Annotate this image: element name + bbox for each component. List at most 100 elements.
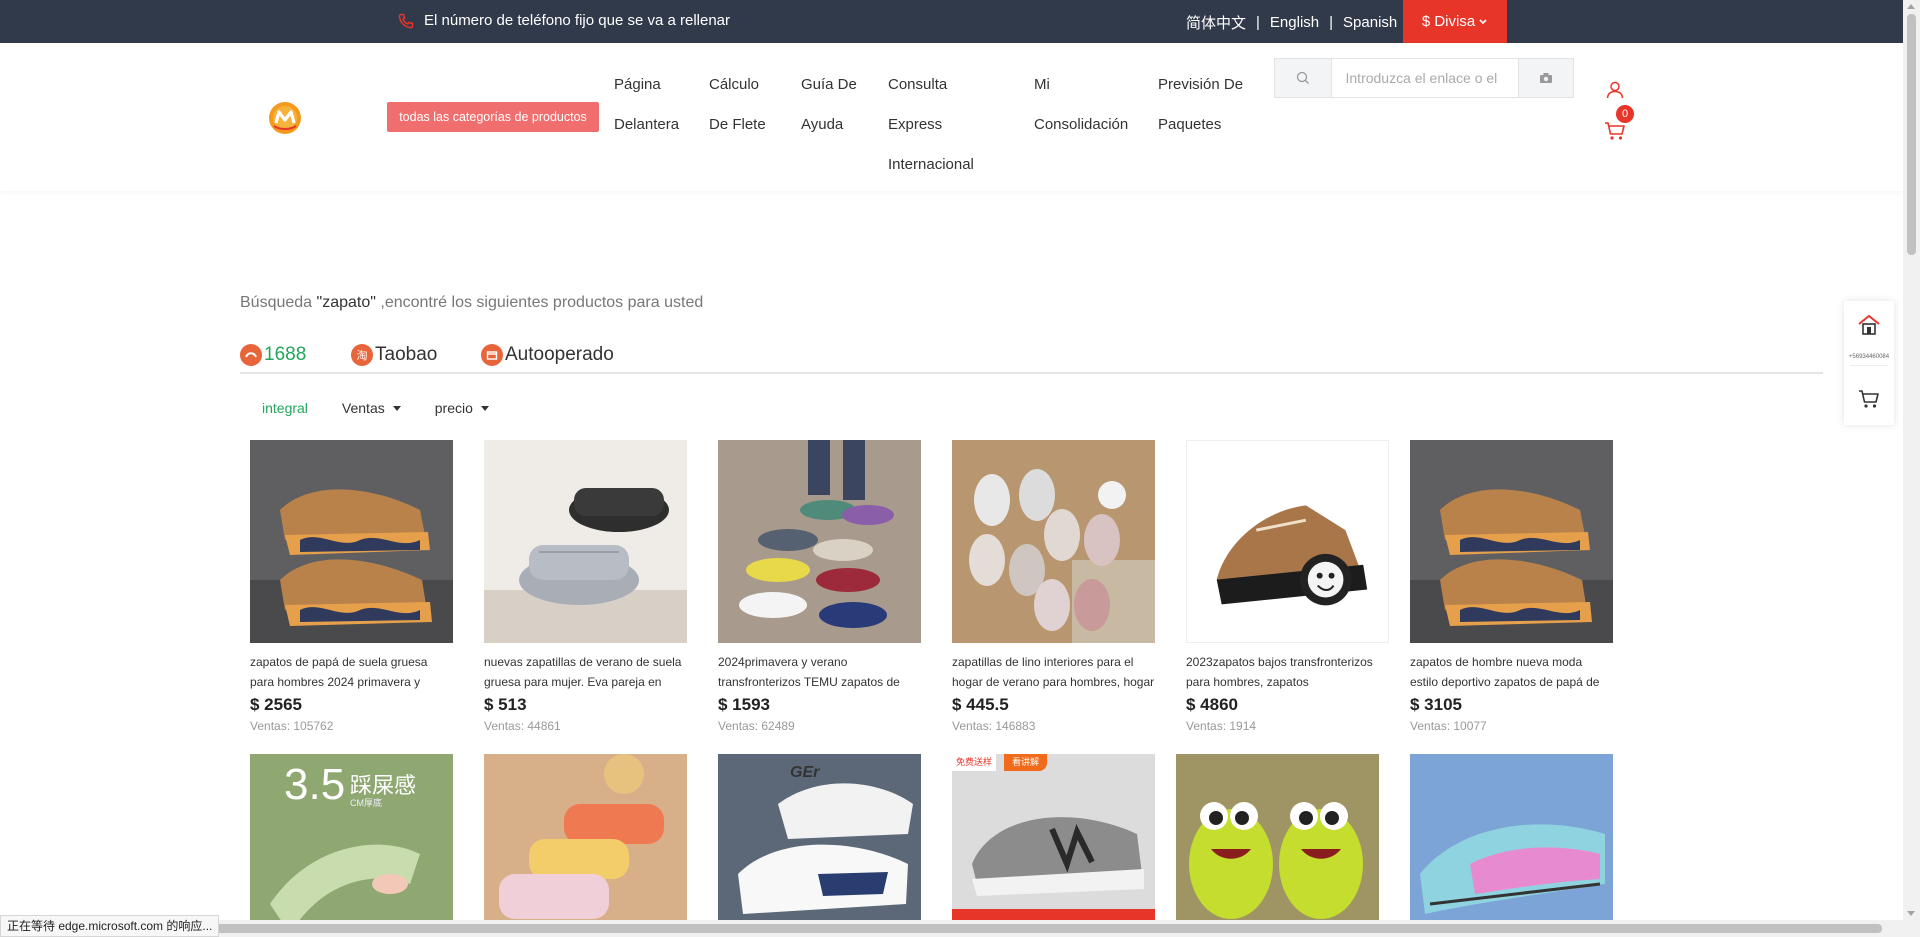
product-title: 2023zapatos bajos transfronterizos para … [1186, 655, 1373, 689]
product-card[interactable]: 2023zapatos bajos transfronterizos para … [1186, 440, 1389, 733]
nav-my-consolidation[interactable]: Mi Consolidación [1034, 65, 1128, 145]
cart-icon[interactable] [1604, 121, 1626, 141]
nav-express-line2: Express [888, 116, 943, 133]
phone-text: El número de teléfono fijo que se va a r… [424, 12, 731, 29]
nav-help-line2: Ayuda [801, 116, 844, 133]
product-card[interactable] [1176, 754, 1379, 937]
sort-bar: integral Ventas precio [262, 400, 523, 416]
horizontal-scroll-thumb[interactable] [14, 924, 1882, 933]
product-sales: Ventas: 44861 [484, 719, 561, 733]
lang-separator: | [1329, 14, 1334, 31]
sort-sales-label: Ventas [341, 400, 385, 416]
product-image: 免费送样 看讲解 [952, 754, 1155, 937]
product-card[interactable]: 免费送样 看讲解 [952, 754, 1155, 937]
product-title: zapatillas de lino interiores para el ho… [952, 655, 1155, 689]
nav-package-forecast[interactable]: Previsión De Paquetes [1158, 65, 1243, 145]
phone-icon [398, 13, 414, 28]
product-price: $ 2565 [250, 695, 302, 714]
vertical-scrollbar[interactable] [1903, 0, 1920, 920]
product-card[interactable]: zapatos de papá de suela gruesa para hom… [250, 440, 453, 733]
all-categories-button[interactable]: todas las categorías de productos [387, 102, 599, 132]
top-bar: El número de teléfono fijo que se va a r… [0, 0, 1903, 43]
side-cart-icon[interactable] [1858, 389, 1880, 409]
nav-help-guide[interactable]: Guía De Ayuda [801, 65, 857, 145]
home-icon[interactable] [1857, 313, 1881, 337]
nav-home[interactable]: Página Delantera [614, 65, 679, 145]
nav-freight-calc[interactable]: Cálculo De Flete [709, 65, 766, 145]
lang-chinese[interactable]: 简体中文 [1186, 12, 1246, 33]
product-card[interactable]: 3.5 踩屎感 CM厚底 [250, 754, 453, 937]
language-switcher: 简体中文 | English | Spanish [1186, 12, 1397, 33]
store-icon [481, 344, 503, 366]
caret-down-icon [480, 405, 489, 411]
scroll-up-arrow[interactable] [1907, 4, 1915, 9]
side-float-panel: +56934460084 [1844, 301, 1894, 425]
user-icon[interactable] [1606, 81, 1624, 99]
sort-price[interactable]: precio [435, 400, 489, 416]
product-image: 3.5 踩屎感 CM厚底 [250, 754, 453, 937]
shoe-brand-text: GEr [790, 764, 820, 781]
lang-english[interactable]: English [1270, 14, 1319, 31]
header: todas las categorías de productos Página… [0, 43, 1903, 191]
taobao-icon: 淘 [351, 344, 373, 366]
product-image [484, 440, 687, 643]
product-card[interactable]: 2024primavera y verano transfronterizos … [718, 440, 921, 733]
product-image [1410, 754, 1613, 937]
nav-express-line1: Consulta [888, 76, 948, 93]
logo-icon[interactable] [268, 101, 302, 135]
product-sales: Ventas: 1914 [1186, 719, 1257, 733]
product-image [952, 440, 1155, 643]
tab-taobao[interactable]: 淘 Taobao [351, 344, 437, 366]
tab-1688[interactable]: 1688 [240, 344, 306, 366]
currency-dropdown[interactable]: $ Divisa [1403, 0, 1507, 43]
sort-integral[interactable]: integral [262, 400, 308, 416]
product-price: $ 4860 [1186, 695, 1238, 714]
tab-autooperado[interactable]: Autooperado [481, 344, 614, 366]
horizontal-scrollbar[interactable] [0, 920, 1920, 937]
nav-consolidation-line2: Consolidación [1034, 116, 1129, 133]
search-input[interactable] [1331, 59, 1518, 97]
search-icon[interactable] [1275, 59, 1332, 97]
nav-freight-line2: De Flete [709, 116, 766, 133]
product-card[interactable]: GEr [718, 754, 921, 937]
product-image [718, 440, 921, 643]
camera-search-icon[interactable] [1517, 59, 1573, 97]
phone-info: El número de teléfono fijo que se va a r… [398, 12, 730, 29]
scroll-down-arrow[interactable] [1907, 911, 1915, 916]
tab-1688-label: 1688 [264, 344, 307, 365]
lang-spanish[interactable]: Spanish [1343, 14, 1397, 31]
page: El número de teléfono fijo que se va a r… [0, 0, 1920, 937]
nav-freight-line1: Cálculo [709, 76, 760, 93]
product-sales: Ventas: 10077 [1410, 719, 1487, 733]
result-suffix: ,encontré los siguientes productos para … [375, 294, 704, 311]
chevron-down-icon [1479, 18, 1487, 24]
nav-forecast-line1: Previsión De [1158, 76, 1244, 93]
nav-help-line1: Guía De [801, 76, 857, 93]
product-sales: Ventas: 105762 [250, 719, 334, 733]
product-title: zapatos de papá de suela gruesa para hom… [250, 655, 428, 689]
product-price: $ 1593 [718, 695, 770, 714]
1688-icon [240, 344, 262, 366]
product-card[interactable] [484, 754, 687, 937]
nav-forecast-line2: Paquetes [1158, 116, 1222, 133]
browser-status-bar: 正在等待 edge.microsoft.com 的响应... [0, 915, 220, 937]
caret-down-icon [392, 405, 401, 411]
currency-label: $ Divisa [1421, 13, 1476, 30]
product-image [1186, 440, 1389, 643]
product-sales: Ventas: 62489 [718, 719, 795, 733]
sort-sales[interactable]: Ventas [342, 400, 401, 416]
product-title: 2024primavera y verano transfronterizos … [718, 655, 900, 689]
vertical-scroll-thumb[interactable] [1907, 14, 1916, 255]
search-bar [1274, 58, 1574, 98]
nav-intl-express[interactable]: Consulta Express Internacional [888, 65, 974, 185]
sort-integral-label: integral [262, 400, 308, 416]
result-keyword: "zapato" [316, 294, 376, 311]
product-sales: Ventas: 146883 [952, 719, 1036, 733]
product-card[interactable]: zapatillas de lino interiores para el ho… [952, 440, 1155, 733]
product-image [484, 754, 687, 937]
product-card[interactable]: zapatos de hombre nueva moda estilo depo… [1410, 440, 1613, 733]
product-image [1176, 754, 1379, 937]
product-card[interactable] [1410, 754, 1613, 937]
product-card[interactable]: nuevas zapatillas de verano de suela gru… [484, 440, 687, 733]
side-phone-number: +56934460084 [1848, 354, 1890, 360]
